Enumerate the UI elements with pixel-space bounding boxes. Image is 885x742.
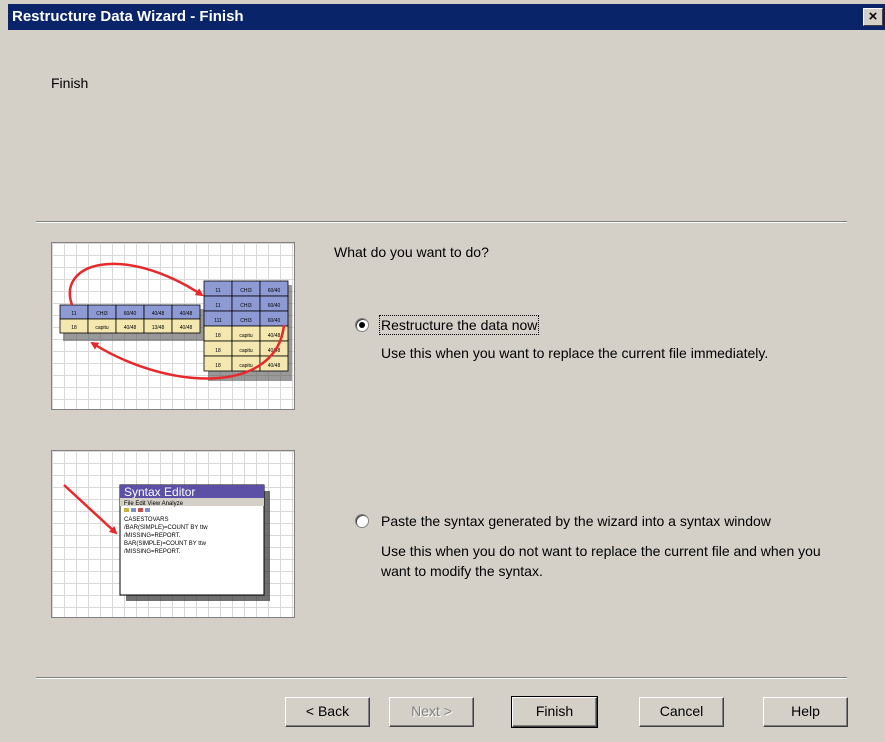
syntax-diagram: Syntax Editor File Edit View Analyze CAS… [63,484,270,601]
next-button[interactable]: Next > [389,697,474,727]
editor-title: Syntax Editor [124,485,195,499]
long-table-cell-text: capitu [239,348,253,354]
long-table-cell-text: CHI3 [240,303,252,309]
restructure-description: Use this when you want to replace the cu… [381,345,769,361]
restructure-illustration: 11 CHI3 60/40 40/48 40/48 18 capitu 40/48 13/48 4… [51,242,295,410]
editor-line: /MISSING=REPORT. [124,549,181,555]
close-button[interactable]: × [863,8,883,26]
wide-table-cell-text: 11 [71,311,76,317]
wizard-window: Restructure Data Wizard - Finish × Finis… [0,0,885,742]
question-text: What do you want to do? [334,244,489,260]
long-table-cell-text: 40/48 [268,333,281,339]
footer-divider [36,677,847,679]
editor-line: BAR(SIMPLE)=COUNT BY ttw [124,541,207,547]
restructure-diagram: 11 CHI3 60/40 40/48 40/48 18 capitu 40/48 13/48 4… [59,262,292,381]
restructure-label[interactable]: Restructure the data now [378,315,540,335]
wide-table-cell-text: 40/48 [180,311,193,317]
editor-menu: File Edit View Analyze [124,501,184,507]
long-table-cell-text: 60/40 [268,288,281,294]
long-table-cell-text: capitu [239,363,253,369]
editor-line: /BAR(SIMPLE)=COUNT BY ttw [124,525,208,531]
option-paste-syntax[interactable]: Paste the syntax generated by the wizard… [355,513,771,529]
arrow-icon [63,484,118,535]
editor-line: /MISSING=REPORT. [124,533,181,539]
help-button[interactable]: Help [763,697,848,727]
arrow-top-icon [68,262,204,306]
wide-table-cell-text: 40/48 [152,311,165,317]
editor-line: CASESTOVARS [124,517,168,523]
long-table-cell-text: 18 [215,333,221,339]
syntax-illustration: Syntax Editor File Edit View Analyze CAS… [51,450,295,618]
long-table-cell-text: 18 [215,348,221,354]
cancel-button[interactable]: Cancel [639,697,724,727]
paste-syntax-radio[interactable] [355,514,369,528]
long-table: 11 CHI3 60/40 11 CHI3 60/40 111 CHI3 60/40 18 capi… [203,280,289,372]
wide-table-cell-text: 40/48 [124,325,137,331]
wide-table-cell-text: 13/48 [152,325,165,331]
long-table-cell-text: 18 [215,363,221,369]
long-table-cell-text: CHI3 [240,318,252,324]
long-table-cell-text: 11 [215,288,220,294]
paste-syntax-description: Use this when you do not want to replace… [381,543,821,579]
wide-table: 11 CHI3 60/40 40/48 40/48 18 capitu 40/48 13/48 4… [59,304,201,334]
paste-syntax-label[interactable]: Paste the syntax generated by the wizard… [381,513,771,529]
wide-table-cell-text: 18 [71,325,77,331]
long-table-cell-text: 111 [214,318,222,324]
option-restructure-now[interactable]: Restructure the data now [355,315,540,335]
wide-table-cell-text: 40/48 [180,325,193,331]
back-button[interactable]: < Back [285,697,370,727]
finish-button[interactable]: Finish [511,696,598,728]
page-title: Finish [51,75,89,91]
wide-table-cell-text: capitu [95,325,109,331]
long-table-cell-text: 60/40 [268,318,281,324]
long-table-cell-text: capitu [239,333,253,339]
wide-table-cell-text: 60/40 [124,311,137,317]
wide-table-cell-text: CHI3 [96,311,108,317]
header-divider [36,221,847,223]
long-table-cell-text: 60/40 [268,303,281,309]
long-table-cell-text: 40/48 [268,363,281,369]
title-bar[interactable]: Restructure Data Wizard - Finish × [8,4,885,30]
restructure-radio[interactable] [355,318,369,332]
long-table-cell-text: 11 [215,303,220,309]
window-title: Restructure Data Wizard - Finish [12,8,244,25]
long-table-cell-text: CHI3 [240,288,252,294]
